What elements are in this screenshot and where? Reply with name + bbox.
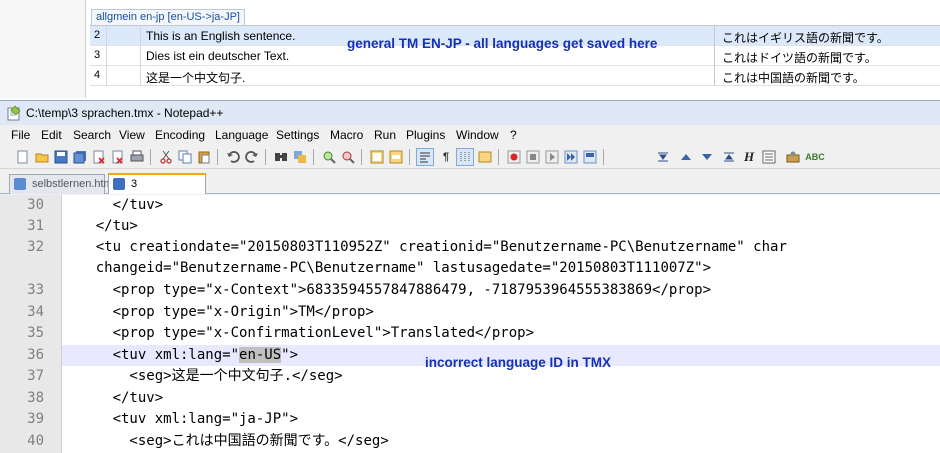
tm-left-pane: [0, 0, 86, 98]
notepad-window: C:\temp\3 sprachen.tmx - Notepad++ File …: [0, 100, 940, 453]
word-wrap-icon[interactable]: [416, 148, 434, 166]
code-text: ">: [281, 347, 299, 363]
menu-settings[interactable]: Settings: [276, 128, 319, 142]
tab-bar: selbstlernen.html 3 sprachen.tmx: [0, 170, 940, 208]
tab-3-sprachen[interactable]: 3 sprachen.tmx: [108, 173, 206, 208]
line-number: 37: [27, 368, 44, 384]
code-line[interactable]: </tu>: [62, 216, 940, 237]
notepad-app-icon: [7, 105, 21, 121]
html-file-icon: [14, 178, 26, 190]
redo-icon[interactable]: [243, 148, 261, 166]
line-number: 33: [27, 282, 44, 298]
plugin-icon[interactable]: [784, 148, 802, 166]
line-number: 40: [27, 433, 44, 449]
stop-record-icon[interactable]: [524, 148, 542, 166]
find-icon[interactable]: [272, 148, 290, 166]
move-down-icon[interactable]: [698, 148, 716, 166]
print-icon[interactable]: [128, 148, 146, 166]
sort-icon[interactable]: [720, 148, 738, 166]
selected-lang-id[interactable]: en-US: [239, 347, 282, 363]
undo-icon[interactable]: [224, 148, 242, 166]
save-file-icon: [113, 178, 125, 190]
play-macro-icon[interactable]: [543, 148, 561, 166]
copy-icon[interactable]: [176, 148, 194, 166]
line-number: 38: [27, 390, 44, 406]
menu-language[interactable]: Language: [215, 128, 268, 142]
code-line[interactable]: <prop type="x-Context">68335945578478864…: [62, 280, 940, 301]
code-line[interactable]: </tuv>: [62, 195, 940, 216]
code-text: <tuv xml:lang=": [62, 347, 240, 363]
menu-file[interactable]: File: [11, 128, 30, 142]
sync-vertical-icon[interactable]: [368, 148, 386, 166]
line-number: 34: [27, 304, 44, 320]
code-line[interactable]: <prop type="x-ConfirmationLevel">Transla…: [62, 323, 940, 344]
line-number: 36: [27, 347, 44, 363]
tm-source-cell[interactable]: 这是一个中文句子.: [146, 69, 245, 86]
title-bar[interactable]: C:\temp\3 sprachen.tmx - Notepad++: [0, 101, 940, 125]
line-number: 31: [27, 218, 44, 234]
tm-tab[interactable]: allgmein en-jp [en-US->ja-JP]: [91, 9, 245, 25]
indent-guide-icon[interactable]: [456, 148, 474, 166]
zoom-out-icon[interactable]: [339, 148, 357, 166]
line-number: 32: [27, 239, 44, 255]
window-title: C:\temp\3 sprachen.tmx - Notepad++: [26, 106, 224, 120]
menu-run[interactable]: Run: [374, 128, 396, 142]
code-line[interactable]: <seg>これは中国語の新聞です。</seg>: [62, 431, 940, 452]
zoom-in-icon[interactable]: [320, 148, 338, 166]
menu-view[interactable]: View: [119, 128, 145, 142]
close-icon[interactable]: [90, 148, 108, 166]
save-all-icon[interactable]: [71, 148, 89, 166]
heading-icon[interactable]: H: [740, 148, 758, 166]
code-line[interactable]: <prop type="x-Origin">TM</prop>: [62, 302, 940, 323]
tm-annotation: general TM EN-JP - all languages get sav…: [347, 36, 658, 51]
menu-help[interactable]: ?: [510, 128, 517, 142]
line-number: 39: [27, 411, 44, 427]
code-line[interactable]: <tu creationdate="20150803T110952Z" crea…: [62, 237, 940, 258]
menu-edit[interactable]: Edit: [41, 128, 62, 142]
spellcheck-icon[interactable]: ABC: [805, 148, 825, 166]
paste-icon[interactable]: [195, 148, 213, 166]
toolbar: ¶ H ABC: [0, 145, 940, 169]
tm-grid: 2 This is an English sentence. これはイギリス語の…: [90, 25, 940, 86]
line-number: [0, 258, 44, 279]
menu-window[interactable]: Window: [456, 128, 499, 142]
tab-label: selbstlernen.html: [32, 178, 116, 190]
menu-macro[interactable]: Macro: [330, 128, 363, 142]
save-macro-icon[interactable]: [581, 148, 599, 166]
sync-horizontal-icon[interactable]: [387, 148, 405, 166]
cut-icon[interactable]: [157, 148, 175, 166]
move-up-icon[interactable]: [677, 148, 695, 166]
play-multiple-icon[interactable]: [562, 148, 580, 166]
open-file-icon[interactable]: [33, 148, 51, 166]
tmx-annotation: incorrect language ID in TMX: [425, 355, 612, 370]
menu-search[interactable]: Search: [73, 128, 111, 142]
document-map-icon[interactable]: [476, 148, 494, 166]
line-number: 30: [27, 197, 44, 213]
tm-target-cell[interactable]: これは中国語の新聞です。: [722, 69, 865, 86]
code-line[interactable]: <tuv xml:lang="ja-JP">: [62, 409, 940, 430]
tm-row[interactable]: 4 这是一个中文句子. これは中国語の新聞です。: [90, 66, 940, 86]
tm-source-cell[interactable]: Dies ist ein deutscher Text.: [146, 49, 289, 63]
code-line[interactable]: </tuv>: [62, 388, 940, 409]
tm-panel: allgmein en-jp [en-US->ja-JP] 2 This is …: [0, 0, 940, 98]
insert-icon[interactable]: [760, 148, 778, 166]
menu-plugins[interactable]: Plugins: [406, 128, 445, 142]
replace-icon[interactable]: [291, 148, 309, 166]
menu-bar: File Edit Search View Encoding Language …: [0, 125, 940, 145]
tm-target-cell[interactable]: これはイギリス語の新聞です。: [722, 29, 889, 46]
tm-target-cell[interactable]: これはドイツ語の新聞です。: [722, 49, 877, 66]
tab-selbstlernen[interactable]: selbstlernen.html: [9, 174, 115, 194]
close-all-icon[interactable]: [109, 148, 127, 166]
new-file-icon[interactable]: [14, 148, 32, 166]
record-macro-icon[interactable]: [505, 148, 523, 166]
collapse-icon[interactable]: [654, 148, 672, 166]
tm-source-cell[interactable]: This is an English sentence.: [146, 29, 295, 43]
menu-encoding[interactable]: Encoding: [155, 128, 205, 142]
save-icon[interactable]: [52, 148, 70, 166]
code-editor[interactable]: 30 </tuv> 31 </tu> 32 <tu creationdate="…: [0, 195, 940, 453]
show-all-chars-icon[interactable]: ¶: [437, 148, 455, 166]
line-number: 35: [27, 325, 44, 341]
code-line-wrapped[interactable]: changeid="Benutzername-PC\Benutzername" …: [62, 258, 940, 279]
